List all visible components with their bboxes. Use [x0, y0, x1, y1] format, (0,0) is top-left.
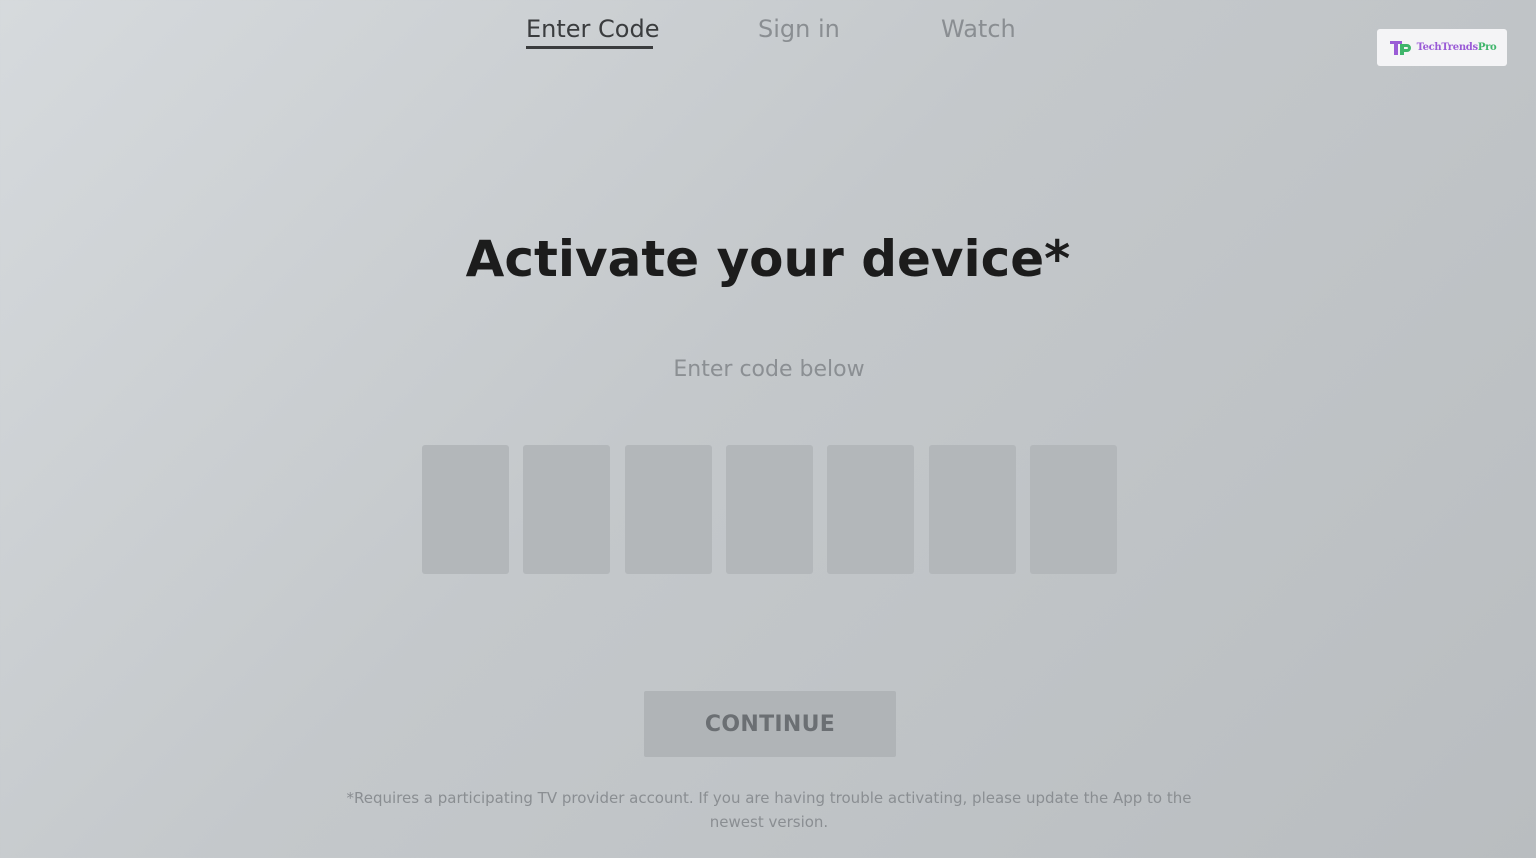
tab-enter-code[interactable]: Enter Code	[526, 14, 660, 44]
continue-button[interactable]: CONTINUE	[644, 691, 896, 757]
page-title: Activate your device*	[465, 230, 1071, 288]
active-tab-underline	[526, 46, 653, 49]
code-digit-1[interactable]	[422, 445, 509, 574]
tab-watch[interactable]: Watch	[941, 14, 1016, 44]
code-digit-6[interactable]	[929, 445, 1016, 574]
code-digit-4[interactable]	[726, 445, 813, 574]
techtrendspro-watermark: TechTrendsPro	[1377, 29, 1507, 66]
top-nav-tabs: Enter Code Sign in Watch	[0, 0, 1536, 60]
provider-footnote: *Requires a participating TV provider ac…	[346, 789, 1192, 831]
watermark-text: TechTrendsPro	[1416, 42, 1497, 53]
code-digit-7[interactable]	[1030, 445, 1117, 574]
code-digit-3[interactable]	[625, 445, 712, 574]
code-digit-2[interactable]	[523, 445, 610, 574]
code-digit-5[interactable]	[827, 445, 914, 574]
tab-sign-in[interactable]: Sign in	[758, 14, 840, 44]
tp-logo-icon	[1388, 38, 1414, 58]
enter-code-instruction: Enter code below	[673, 357, 865, 382]
